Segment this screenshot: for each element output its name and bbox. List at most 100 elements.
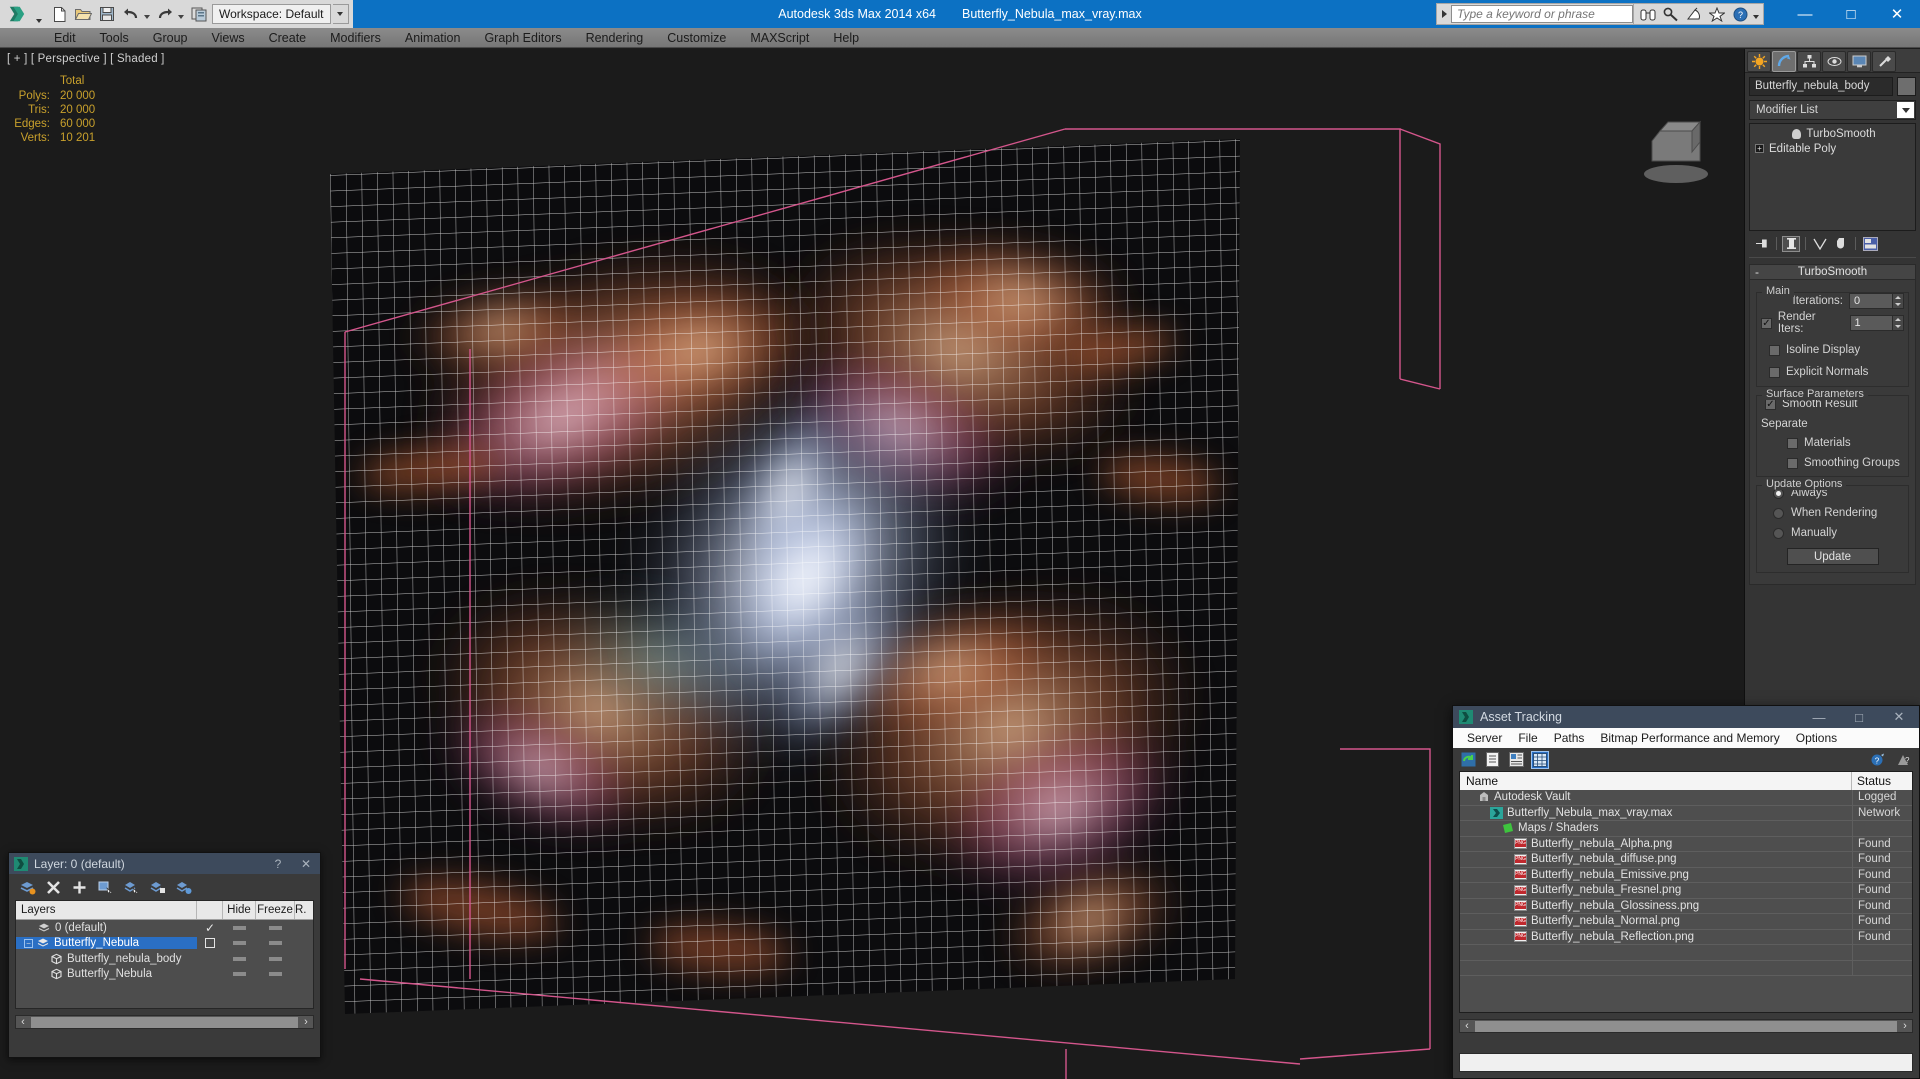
layer-horizontal-scrollbar[interactable]: ‹ › <box>15 1015 314 1029</box>
hide-toggle[interactable] <box>223 956 256 961</box>
bitmap-list-icon[interactable] <box>1507 751 1525 769</box>
menu-item-tools[interactable]: Tools <box>88 29 141 47</box>
column-hide[interactable]: Hide <box>223 901 256 919</box>
table-row[interactable]: Butterfly_nebula_Normal.png Found <box>1460 914 1912 930</box>
menu-item-group[interactable]: Group <box>141 29 200 47</box>
asset-tracking-grid[interactable]: Name Status Autodesk Vault Logged Butter… <box>1459 771 1913 1013</box>
object-name-field[interactable]: Butterfly_nebula_body <box>1749 77 1893 96</box>
satellite-icon[interactable] <box>1684 4 1704 24</box>
new-file-icon[interactable] <box>48 3 70 25</box>
turbosmooth-rollout-header[interactable]: - TurboSmooth <box>1749 264 1916 280</box>
undo-dropdown-icon[interactable] <box>144 15 150 19</box>
tab-motion[interactable] <box>1822 51 1846 72</box>
scroll-right-arrow[interactable]: › <box>1898 1020 1912 1032</box>
expand-minus-icon[interactable]: − <box>24 938 33 948</box>
close-button[interactable]: ✕ <box>1874 0 1920 28</box>
column-status[interactable]: Status <box>1852 772 1912 790</box>
lightbulb-icon[interactable] <box>1792 128 1802 139</box>
current-layer-check[interactable]: ✓ <box>197 921 223 935</box>
iterations-spinner[interactable] <box>1893 293 1904 309</box>
open-file-icon[interactable] <box>72 3 94 25</box>
at-menu-file[interactable]: File <box>1510 729 1545 747</box>
table-row[interactable]: Butterfly_nebula_Glossiness.png Found <box>1460 898 1912 914</box>
refresh-icon[interactable] <box>1459 751 1477 769</box>
help-icon[interactable]: ? <box>1730 4 1750 24</box>
table-row[interactable]: Autodesk Vault Logged <box>1460 790 1912 806</box>
undo-icon[interactable] <box>120 3 142 25</box>
asset-tracking-close[interactable]: ✕ <box>1879 706 1919 728</box>
iterations-input[interactable]: 0 <box>1849 293 1893 309</box>
layer-dialog-close-button[interactable]: ✕ <box>292 853 320 874</box>
list-item[interactable]: − Butterfly_Nebula <box>16 936 313 952</box>
at-menu-bitmap-performance[interactable]: Bitmap Performance and Memory <box>1592 729 1787 747</box>
stack-item-editable-poly[interactable]: + Editable Poly <box>1752 141 1913 156</box>
binoculars-icon[interactable] <box>1638 4 1658 24</box>
scroll-thumb[interactable] <box>31 1016 298 1028</box>
show-end-result-icon[interactable] <box>1782 235 1800 252</box>
layer-dialog[interactable]: Layer: 0 (default) ? ✕ Layers Hide Freez… <box>8 852 321 1058</box>
menu-item-animation[interactable]: Animation <box>393 29 473 47</box>
column-freeze[interactable]: Freeze <box>256 901 295 919</box>
favorite-star-icon[interactable] <box>1707 4 1727 24</box>
asset-tracking-minimize[interactable]: — <box>1799 706 1839 728</box>
column-name[interactable]: Name <box>1460 772 1852 790</box>
menu-item-modifiers[interactable]: Modifiers <box>318 29 393 47</box>
update-manually-row[interactable]: Manually <box>1761 525 1904 541</box>
highlight-selected-objects-icon[interactable] <box>123 879 140 896</box>
menu-item-help[interactable]: Help <box>821 29 871 47</box>
select-objects-in-layer-icon[interactable] <box>97 879 114 896</box>
pin-stack-icon[interactable] <box>1753 236 1771 252</box>
column-layers[interactable]: Layers <box>16 901 197 919</box>
update-button[interactable]: Update <box>1786 548 1879 565</box>
tab-modify[interactable] <box>1772 51 1796 72</box>
menu-item-edit[interactable]: Edit <box>42 29 88 47</box>
modifier-list-dropdown[interactable]: Modifier List <box>1749 100 1916 120</box>
layer-dialog-help-button[interactable]: ? <box>264 853 292 874</box>
asset-tracking-maximize[interactable]: □ <box>1839 706 1879 728</box>
update-manually-radio[interactable] <box>1773 527 1784 539</box>
collapse-minus-icon[interactable]: - <box>1755 266 1759 278</box>
isoline-display-checkbox[interactable] <box>1769 344 1780 356</box>
table-row[interactable]: Butterfly_nebula_Alpha.png Found <box>1460 836 1912 852</box>
hide-toggle[interactable] <box>223 925 256 930</box>
render-iters-input[interactable]: 1 <box>1849 315 1894 331</box>
menu-item-rendering[interactable]: Rendering <box>574 29 656 47</box>
menu-item-create[interactable]: Create <box>257 29 319 47</box>
column-render[interactable]: R. <box>295 901 313 919</box>
table-row[interactable]: Butterfly_nebula_diffuse.png Found <box>1460 852 1912 868</box>
table-row[interactable]: Butterfly_nebula_Reflection.png Found <box>1460 929 1912 945</box>
menu-item-customize[interactable]: Customize <box>655 29 738 47</box>
chevron-down-icon[interactable] <box>1897 102 1914 118</box>
update-when-rendering-radio[interactable] <box>1773 507 1784 519</box>
delete-layer-icon[interactable] <box>45 879 62 896</box>
scroll-right-arrow[interactable]: › <box>299 1016 313 1028</box>
at-menu-options[interactable]: Options <box>1788 729 1845 747</box>
search-bar[interactable] <box>1436 3 1634 25</box>
maximize-button[interactable]: □ <box>1828 0 1874 28</box>
workspace-selector[interactable]: Workspace: Default <box>212 4 331 24</box>
stack-item-turbosmooth[interactable]: TurboSmooth <box>1752 126 1913 141</box>
search-input[interactable] <box>1451 5 1633 23</box>
scroll-left-arrow[interactable]: ‹ <box>16 1016 30 1028</box>
remove-modifier-icon[interactable] <box>1832 236 1850 252</box>
menu-item-maxscript[interactable]: MAXScript <box>738 29 821 47</box>
materials-checkbox[interactable] <box>1787 437 1798 449</box>
make-unique-icon[interactable] <box>1811 236 1829 252</box>
table-row[interactable]: Butterfly_Nebula_max_vray.max Network <box>1460 805 1912 821</box>
minimize-button[interactable]: — <box>1782 0 1828 28</box>
add-selection-to-layer-icon[interactable] <box>149 879 166 896</box>
asset-tracking-dialog[interactable]: Asset Tracking — □ ✕ Server File Paths B… <box>1452 705 1920 1079</box>
help-dropdown-icon[interactable] <box>1753 15 1759 19</box>
hide-toggle[interactable] <box>223 941 256 946</box>
render-iters-checkbox[interactable] <box>1761 317 1772 329</box>
scroll-left-arrow[interactable]: ‹ <box>1460 1020 1474 1032</box>
current-layer-check[interactable] <box>197 938 223 949</box>
table-row[interactable]: Butterfly_nebula_Fresnel.png Found <box>1460 883 1912 899</box>
table-row[interactable]: Maps / Shaders <box>1460 821 1912 837</box>
table-row[interactable]: Butterfly_nebula_Emissive.png Found <box>1460 867 1912 883</box>
set-project-folder-icon[interactable] <box>188 3 210 25</box>
scroll-thumb[interactable] <box>1475 1020 1897 1032</box>
tab-create[interactable] <box>1747 51 1771 72</box>
redo-icon[interactable] <box>154 3 176 25</box>
workspace-dropdown[interactable] <box>332 4 349 24</box>
